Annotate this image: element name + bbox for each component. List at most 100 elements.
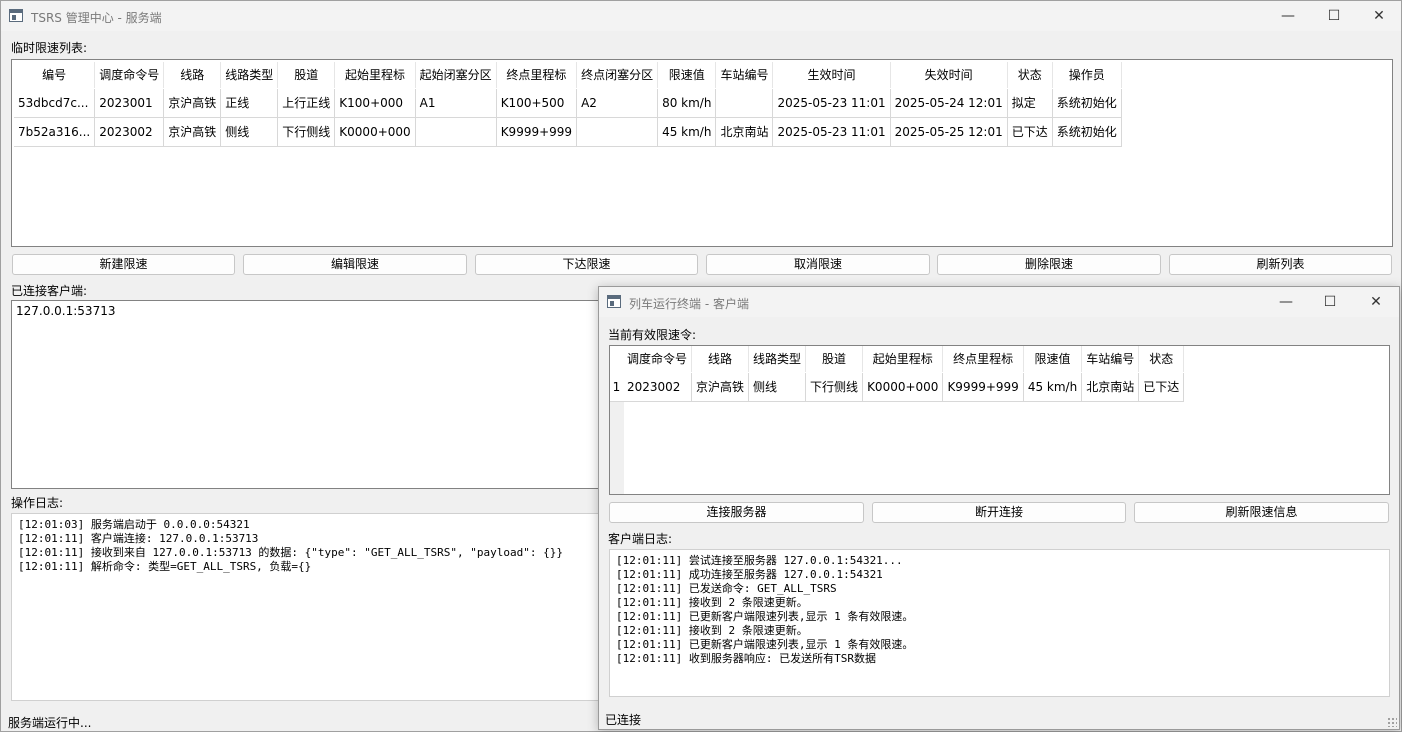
server-window-title: TSRS 管理中心 - 服务端 xyxy=(31,11,162,25)
table-cell: 已下达 xyxy=(1007,117,1053,147)
column-header[interactable]: 车站编号 xyxy=(715,62,774,89)
log-line: [12:01:11] 成功连接至服务器 127.0.0.1:54321 xyxy=(616,568,883,581)
column-header[interactable]: 终点闭塞分区 xyxy=(576,62,659,89)
log-line: [12:01:03] 服务端启动于 0.0.0.0:54321 xyxy=(18,518,250,531)
cancel-tsr-button[interactable]: 取消限速 xyxy=(706,254,930,275)
table-cell: 2023001 xyxy=(94,88,165,118)
table-cell: 下行侧线 xyxy=(277,117,336,147)
table-cell: 80 km/h xyxy=(657,88,717,118)
column-header[interactable]: 编号 xyxy=(14,62,96,89)
log-line: [12:01:11] 收到服务器响应: 已发送所有TSR数据 xyxy=(616,652,876,665)
table-cell: K100+500 xyxy=(496,88,578,118)
disconnect-button[interactable]: 断开连接 xyxy=(872,502,1126,523)
table-cell: 2025-05-25 12:01 xyxy=(890,117,1008,147)
client-log-label: 客户端日志: xyxy=(608,532,673,546)
tsr-table-panel[interactable]: 编号 调度命令号 线路 线路类型 股道 起始里程标 起始闭塞分区 终点里程标 终点闭塞分区 限速值… xyxy=(11,59,1393,247)
active-tsr-table: 调度命令号 线路 线路类型 股道 起始里程标 终点里程标 限速值 车站编号 状态 1 202300… xyxy=(610,346,1185,402)
column-header[interactable]: 调度命令号 xyxy=(94,62,165,89)
table-cell: 系统初始化 xyxy=(1052,117,1122,147)
row-header-strip xyxy=(610,402,624,494)
table-cell: 已下达 xyxy=(1138,372,1185,402)
log-line: [12:01:11] 客户端连接: 127.0.0.1:53713 xyxy=(18,532,259,545)
table-row[interactable]: 1 2023002 京沪高铁 侧线 下行侧线 K0000+000 K9999+999 45 k… xyxy=(610,372,1185,402)
refresh-tsr-info-button[interactable]: 刷新限速信息 xyxy=(1134,502,1389,523)
log-line: [12:01:11] 尝试连接至服务器 127.0.0.1:54321... xyxy=(616,554,903,567)
close-icon[interactable]: ✕ xyxy=(1353,287,1399,317)
table-cell: K0000+000 xyxy=(862,372,944,402)
app-window-icon xyxy=(607,295,621,308)
table-cell: 2025-05-24 12:01 xyxy=(890,88,1008,118)
table-cell: 45 km/h xyxy=(657,117,717,147)
client-log-panel[interactable]: [12:01:11] 尝试连接至服务器 127.0.0.1:54321... [1… xyxy=(609,549,1390,697)
refresh-list-button[interactable]: 刷新列表 xyxy=(1169,254,1392,275)
column-header[interactable]: 股道 xyxy=(805,346,864,373)
table-cell: 45 km/h xyxy=(1023,372,1083,402)
connect-server-button[interactable]: 连接服务器 xyxy=(609,502,864,523)
new-tsr-button[interactable]: 新建限速 xyxy=(12,254,235,275)
table-cell: 系统初始化 xyxy=(1052,88,1122,118)
column-header[interactable]: 状态 xyxy=(1007,62,1053,89)
table-cell: 北京南站 xyxy=(1081,372,1140,402)
column-header[interactable]: 车站编号 xyxy=(1081,346,1140,373)
close-icon[interactable]: ✕ xyxy=(1356,1,1402,31)
table-cell: 7b52a316... xyxy=(14,117,96,147)
column-header[interactable]: 起始里程标 xyxy=(334,62,416,89)
column-header[interactable]: 限速值 xyxy=(1023,346,1083,373)
client-status-bar: 已连接 xyxy=(605,713,642,727)
tsr-table: 编号 调度命令号 线路 线路类型 股道 起始里程标 起始闭塞分区 终点里程标 终点闭塞分区 限速值… xyxy=(14,62,1122,147)
resize-grip-icon[interactable] xyxy=(1387,717,1397,727)
table-cell: 2023002 xyxy=(623,372,693,402)
active-tsr-table-panel[interactable]: 调度命令号 线路 线路类型 股道 起始里程标 终点里程标 限速值 车站编号 状态 1 202300… xyxy=(609,345,1390,495)
column-header[interactable]: 线路类型 xyxy=(220,62,279,89)
log-line: [12:01:11] 解析命令: 类型=GET_ALL_TSRS, 负载={} xyxy=(18,560,312,573)
column-header[interactable]: 生效时间 xyxy=(772,62,891,89)
minimize-icon[interactable]: — xyxy=(1263,287,1309,317)
issue-tsr-button[interactable]: 下达限速 xyxy=(475,254,698,275)
column-header[interactable]: 终点里程标 xyxy=(942,346,1024,373)
server-log-text: [12:01:03] 服务端启动于 0.0.0.0:54321 [12:01:11… xyxy=(12,514,610,578)
connected-clients-label: 已连接客户端: xyxy=(11,284,88,298)
log-line: [12:01:11] 已更新客户端限速列表,显示 1 条有效限速。 xyxy=(616,638,914,651)
server-titlebar[interactable]: TSRS 管理中心 - 服务端 — ☐ ✕ xyxy=(1,1,1401,31)
delete-tsr-button[interactable]: 删除限速 xyxy=(937,254,1161,275)
table-cell: 53dbcd7c... xyxy=(14,88,96,118)
table-cell: 正线 xyxy=(220,88,279,118)
maximize-icon[interactable]: ☐ xyxy=(1307,287,1353,317)
column-header[interactable]: 调度命令号 xyxy=(623,346,693,373)
column-header[interactable]: 起始里程标 xyxy=(862,346,944,373)
edit-tsr-button[interactable]: 编辑限速 xyxy=(243,254,467,275)
server-status-bar: 服务端运行中... xyxy=(8,716,92,730)
table-corner xyxy=(610,346,623,373)
app-window-icon xyxy=(9,9,23,22)
connected-clients-list[interactable]: 127.0.0.1:53713 xyxy=(11,300,611,489)
client-log-text: [12:01:11] 尝试连接至服务器 127.0.0.1:54321... [1… xyxy=(610,550,1389,670)
table-row[interactable]: 53dbcd7c... 2023001 京沪高铁 正线 上行正线 K100+000 A1 K1… xyxy=(14,88,1122,118)
table-cell: 2025-05-23 11:01 xyxy=(772,88,891,118)
table-cell: 上行正线 xyxy=(277,88,336,118)
column-header[interactable]: 状态 xyxy=(1138,346,1185,373)
server-log-panel[interactable]: [12:01:03] 服务端启动于 0.0.0.0:54321 [12:01:11… xyxy=(11,513,611,701)
minimize-icon[interactable]: — xyxy=(1265,1,1311,31)
column-header[interactable]: 失效时间 xyxy=(890,62,1008,89)
maximize-icon[interactable]: ☐ xyxy=(1311,1,1357,31)
table-row[interactable]: 7b52a316... 2023002 京沪高铁 侧线 下行侧线 K0000+000 K99… xyxy=(14,117,1122,147)
row-index: 1 xyxy=(610,372,623,402)
table-cell: 拟定 xyxy=(1007,88,1053,118)
table-cell: A1 xyxy=(415,88,497,118)
active-tsr-label: 当前有效限速令: xyxy=(608,328,697,342)
column-header[interactable]: 起始闭塞分区 xyxy=(415,62,497,89)
table-cell: 2025-05-23 11:01 xyxy=(772,117,891,147)
column-header[interactable]: 线路类型 xyxy=(748,346,807,373)
column-header[interactable]: 限速值 xyxy=(657,62,717,89)
table-cell: K9999+999 xyxy=(496,117,578,147)
client-titlebar[interactable]: 列车运行终端 - 客户端 — ☐ ✕ xyxy=(599,287,1399,317)
table-cell: K100+000 xyxy=(334,88,416,118)
column-header[interactable]: 终点里程标 xyxy=(496,62,578,89)
log-line: [12:01:11] 接收到 2 条限速更新。 xyxy=(616,596,808,609)
column-header[interactable]: 股道 xyxy=(277,62,336,89)
operation-log-label: 操作日志: xyxy=(11,496,64,510)
column-header[interactable]: 操作员 xyxy=(1052,62,1122,89)
column-header[interactable]: 线路 xyxy=(163,62,222,89)
client-list-item[interactable]: 127.0.0.1:53713 xyxy=(12,301,610,321)
column-header[interactable]: 线路 xyxy=(691,346,750,373)
